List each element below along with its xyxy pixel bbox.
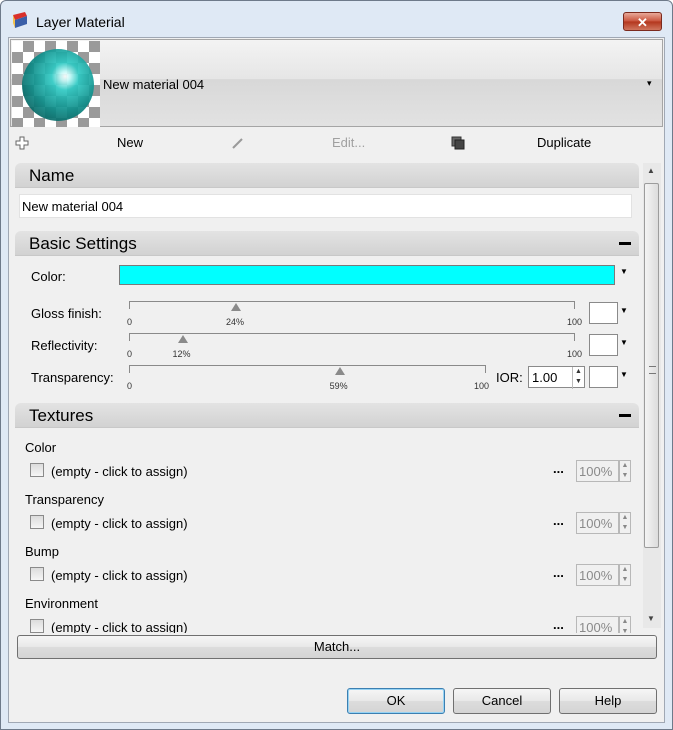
texture-amount-spinner[interactable]: ▲ ▼ [619,460,631,482]
texture-name: Environment [25,596,98,611]
transparency-slider[interactable] [129,365,486,380]
edit-button: Edit... [332,135,366,150]
gloss-label: Gloss finish: [31,306,102,321]
reflectivity-color-swatch[interactable] [589,334,618,356]
new-button[interactable]: New [117,133,143,153]
texture-browse-button[interactable]: ... [553,461,564,476]
ior-spinner[interactable]: ▲ ▼ [572,367,584,389]
gloss-slider[interactable] [129,301,575,316]
chevron-down-icon[interactable]: ▼ [620,370,628,379]
texture-slot[interactable]: (empty - click to assign) [51,464,188,479]
texture-checkbox[interactable] [30,463,44,477]
texture-amount[interactable]: 100% [576,512,619,534]
help-button[interactable]: Help [559,688,657,714]
reflectivity-value: 12% [172,349,191,359]
texture-slot[interactable]: (empty - click to assign) [51,568,188,583]
material-preview-thumbnail [12,41,100,127]
basic-settings-header[interactable]: Basic Settings [15,231,639,256]
name-section-title: Name [29,166,75,185]
duplicate-button[interactable]: Duplicate [537,133,591,153]
collapse-icon[interactable] [619,414,631,417]
texture-slot[interactable]: (empty - click to assign) [51,516,188,531]
material-toolbar: New Edit... Duplicate [9,130,664,156]
plus-icon[interactable] [15,136,29,150]
reflectivity-min: 0 [127,349,133,359]
material-sphere [22,49,94,121]
pencil-icon [232,138,243,149]
dropdown-arrow-icon[interactable]: ▾ [647,78,652,89]
title-bar[interactable]: Layer Material ✕ [1,1,672,37]
scroll-up-icon[interactable]: ▲ [647,166,655,175]
material-name-field[interactable]: New material 004 [19,194,632,218]
settings-panel: Name New material 004 Basic Settings Col… [15,163,639,633]
reflectivity-slider[interactable] [129,333,575,348]
scroll-down-icon[interactable]: ▼ [647,614,655,623]
ior-value: 1.00 [532,370,558,385]
transparency-color-swatch[interactable] [589,366,618,388]
reflectivity-slider-thumb[interactable] [177,335,188,343]
duplicate-icon[interactable] [451,136,465,150]
material-selector[interactable]: New material 004 ▾ [10,39,663,127]
texture-checkbox[interactable] [30,515,44,529]
textures-header[interactable]: Textures [15,403,639,428]
gloss-color-swatch[interactable] [589,302,618,324]
texture-amount-spinner[interactable]: ▲ ▼ [619,564,631,586]
color-swatch[interactable] [119,265,615,285]
gloss-value: 24% [226,317,245,327]
texture-name: Color [25,440,57,455]
texture-amount[interactable]: 100% [576,616,619,633]
chevron-down-icon[interactable]: ▼ [620,267,628,276]
gloss-slider-thumb[interactable] [231,303,242,311]
panel-scrollbar[interactable]: ▲ ▼ [643,163,661,628]
chevron-down-icon[interactable]: ▼ [620,338,628,347]
reflectivity-label: Reflectivity: [31,338,98,353]
close-icon: ✕ [637,15,648,30]
basic-settings-title: Basic Settings [29,234,137,253]
texture-name: Transparency [25,492,104,507]
textures-title: Textures [29,406,94,425]
texture-amount[interactable]: 100% [576,564,619,586]
material-name-display: New material 004 [103,77,205,92]
window-title: Layer Material [36,14,125,30]
texture-browse-button[interactable]: ... [553,565,564,580]
cancel-button[interactable]: Cancel [453,688,551,714]
dialog-window: Layer Material ✕ New material 004 ▾ New … [0,0,673,730]
grip-icon [649,366,656,374]
texture-amount[interactable]: 100% [576,460,619,482]
close-button[interactable]: ✕ [623,12,662,31]
dialog-client: New material 004 ▾ New Edit... Duplicate… [8,37,665,723]
texture-checkbox[interactable] [30,567,44,581]
collapse-icon[interactable] [619,242,631,245]
ior-label: IOR: [496,370,523,385]
ior-input[interactable]: 1.00 ▲ ▼ [528,366,585,389]
scrollbar-thumb[interactable] [644,183,659,548]
transparency-max: 100 [474,381,490,391]
reflectivity-max: 100 [567,349,583,359]
texture-slot[interactable]: (empty - click to assign) [51,620,188,633]
rhino-app-icon [13,12,27,28]
transparency-min: 0 [127,381,133,391]
match-button[interactable]: Match... [17,635,657,659]
transparency-label: Transparency: [31,370,114,385]
name-section-header[interactable]: Name [15,163,639,188]
transparency-value: 59% [329,381,348,391]
texture-name: Bump [25,544,59,559]
ok-button[interactable]: OK [347,688,445,714]
texture-amount-spinner[interactable]: ▲ ▼ [619,616,631,633]
chevron-down-icon[interactable]: ▼ [620,306,628,315]
color-label: Color: [31,269,66,284]
texture-browse-button[interactable]: ... [553,617,564,632]
gloss-min: 0 [127,317,133,327]
texture-checkbox[interactable] [30,619,44,633]
texture-amount-spinner[interactable]: ▲ ▼ [619,512,631,534]
transparency-slider-thumb[interactable] [334,367,345,375]
gloss-max: 100 [567,317,583,327]
texture-browse-button[interactable]: ... [553,513,564,528]
